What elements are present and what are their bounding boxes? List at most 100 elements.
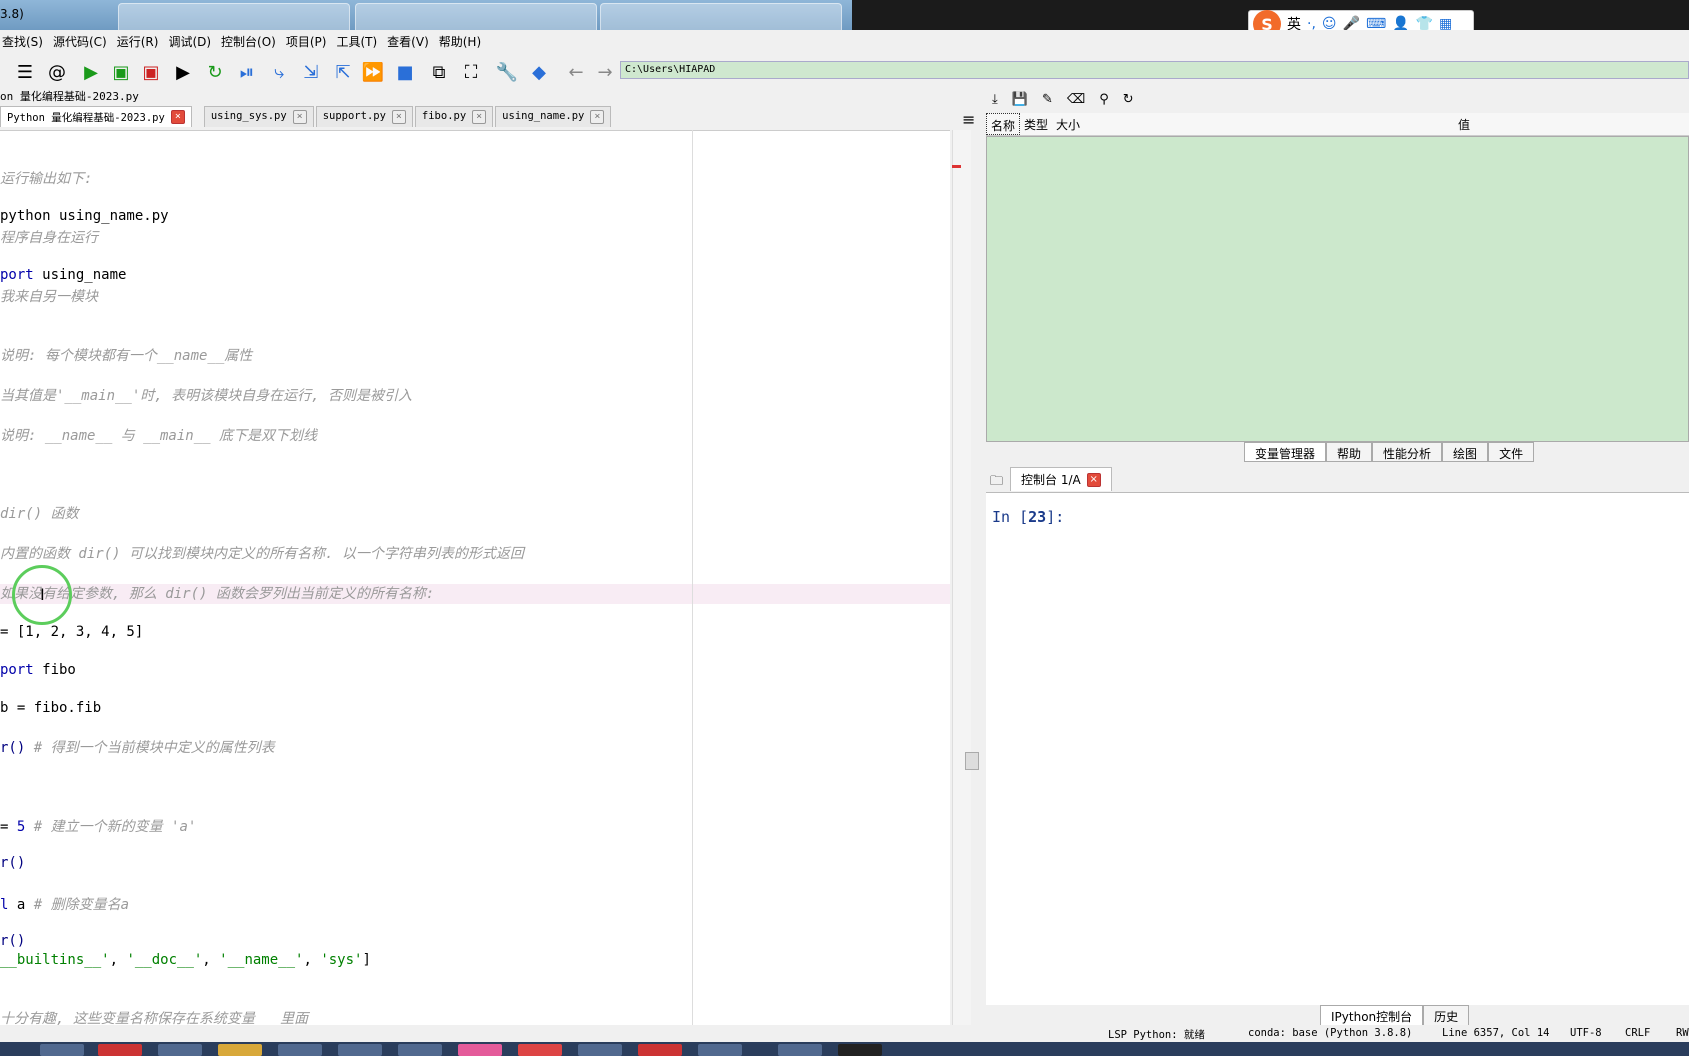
console-tab-label: 控制台 1/A (1021, 473, 1081, 487)
outline-list-icon[interactable]: ☰ (14, 61, 36, 83)
close-icon[interactable]: × (590, 110, 605, 124)
menu-search[interactable]: 查找(S) (0, 30, 51, 52)
run-cell-advance-icon[interactable]: ▣ (140, 61, 162, 83)
punctuation: ] (362, 952, 371, 968)
browser-tab[interactable] (118, 3, 350, 31)
save-as-icon[interactable]: ✎ (1042, 92, 1053, 107)
editor-tab[interactable]: Python 量化编程基础-2023.py × (0, 106, 192, 127)
editor-tab[interactable]: using_sys.py × (203, 106, 314, 127)
step-return-icon[interactable]: ⇱ (332, 61, 354, 83)
menu-projects[interactable]: 项目(P) (284, 30, 335, 52)
close-icon[interactable]: × (170, 110, 185, 124)
run-selection-icon[interactable]: ▶ (172, 61, 194, 83)
taskbar-app-icon[interactable] (638, 1044, 682, 1056)
taskbar-app-icon[interactable] (518, 1044, 562, 1056)
code-line: 说明: 每个模块都有一个__name__属性 (0, 348, 253, 364)
tab-files[interactable]: 文件 (1488, 442, 1535, 462)
taskbar-app-icon[interactable] (158, 1044, 202, 1056)
string: 'sys' (320, 952, 363, 968)
run-icon[interactable]: ▶ (80, 61, 102, 83)
working-directory-input[interactable]: C:\Users\HIAPAD (620, 61, 1689, 79)
keyword: port (0, 662, 34, 678)
menu-help[interactable]: 帮助(H) (437, 30, 489, 52)
identifier: r() (0, 740, 26, 756)
editor-tab[interactable]: using_name.py × (495, 106, 612, 127)
menu-tools[interactable]: 工具(T) (334, 30, 385, 52)
editor-tab-label: support.py (322, 110, 386, 122)
variable-explorer-toolbar: ⤓ 💾 ✎ ⌫ ⚲ ↻ (986, 88, 1689, 110)
encoding: UTF-8 (1570, 1027, 1602, 1039)
rerun-icon[interactable]: ↻ (204, 61, 226, 83)
taskbar-app-icon[interactable] (398, 1044, 442, 1056)
taskbar-app-icon[interactable] (578, 1044, 622, 1056)
refresh-icon[interactable]: ↻ (1123, 92, 1134, 107)
close-icon[interactable]: × (472, 110, 487, 124)
python-path-icon[interactable]: ◆ (528, 61, 550, 83)
at-icon[interactable]: @ (46, 61, 68, 83)
close-icon[interactable]: × (391, 110, 406, 124)
pane-tabs: 变量管理器 帮助 性能分析 绘图 文件 (1244, 442, 1535, 462)
ipython-console[interactable] (986, 493, 1689, 1005)
close-icon[interactable]: × (292, 110, 307, 124)
step-icon[interactable]: ⤷ (268, 61, 290, 83)
tab-help[interactable]: 帮助 (1326, 442, 1373, 462)
menu-view[interactable]: 查看(V) (385, 30, 437, 52)
taskbar-app-icon[interactable] (778, 1044, 822, 1056)
maximize-pane-icon[interactable]: ⧉ (428, 61, 450, 83)
column-size[interactable]: 大小 (1052, 113, 1084, 135)
editor-scrollbar[interactable] (952, 130, 971, 1025)
taskbar-app-icon[interactable] (40, 1044, 84, 1056)
folder-icon[interactable]: 🗀 (990, 472, 1003, 494)
fullscreen-icon[interactable]: ⛶ (460, 61, 482, 83)
save-data-icon[interactable]: 💾 (1012, 92, 1028, 107)
taskbar-app-icon[interactable] (278, 1044, 322, 1056)
taskbar-app-icon[interactable] (98, 1044, 142, 1056)
editor-file-path: on 量化编程基础-2023.py (0, 90, 139, 103)
code-line: port using_name (0, 267, 126, 283)
prompt-suffix: ]: (1046, 508, 1065, 526)
back-arrow-icon[interactable]: ← (565, 61, 587, 83)
string: '__name__' (219, 952, 304, 968)
menu-debug[interactable]: 调试(D) (166, 30, 219, 52)
forward-arrow-icon[interactable]: → (594, 61, 616, 83)
import-data-icon[interactable]: ⤓ (992, 92, 998, 107)
close-icon[interactable]: × (1086, 472, 1101, 487)
tab-profiler[interactable]: 性能分析 (1372, 442, 1443, 462)
tab-variable-explorer[interactable]: 变量管理器 (1244, 442, 1327, 462)
search-icon[interactable]: ⚲ (1099, 92, 1109, 107)
status-bar: LSP Python: 就绪 conda: base (Python 3.8.8… (0, 1025, 1689, 1042)
options-menu-icon[interactable]: ≡ (962, 110, 975, 129)
editor-tab[interactable]: support.py × (315, 106, 413, 127)
column-value[interactable]: 值 (1454, 113, 1474, 135)
browser-tab[interactable] (600, 3, 842, 31)
comment: # 建立一个新的变量 'a' (25, 819, 197, 835)
variable-table[interactable] (986, 136, 1689, 442)
tab-plots[interactable]: 绘图 (1442, 442, 1489, 462)
debug-icon[interactable]: ⏯ (236, 61, 258, 83)
step-into-icon[interactable]: ⇲ (300, 61, 322, 83)
console-tab[interactable]: 控制台 1/A × (1010, 467, 1112, 491)
taskbar-app-icon[interactable] (218, 1044, 262, 1056)
editor-tab-label: using_name.py (502, 110, 585, 122)
scrollbar-thumb[interactable] (965, 752, 979, 770)
browser-tab[interactable] (355, 3, 597, 31)
menu-run[interactable]: 运行(R) (115, 30, 167, 52)
column-name[interactable]: 名称 (986, 113, 1021, 135)
continue-icon[interactable]: ⏩ (362, 61, 384, 83)
wrench-icon[interactable]: 🔧 (496, 61, 518, 83)
taskbar-app-icon[interactable] (458, 1044, 502, 1056)
code-line: 运行输出如下: (0, 171, 93, 187)
taskbar-app-icon[interactable] (698, 1044, 742, 1056)
editor-tab[interactable]: fibo.py × (414, 106, 494, 127)
menu-source[interactable]: 源代码(C) (51, 30, 115, 52)
eraser-icon[interactable]: ⌫ (1067, 92, 1085, 107)
run-cell-icon[interactable]: ▣ (110, 61, 132, 83)
menu-console[interactable]: 控制台(O) (219, 30, 284, 52)
stop-icon[interactable]: ■ (394, 61, 416, 83)
taskbar-app-icon[interactable] (838, 1044, 882, 1056)
code-line: 我来自另一模块 (0, 289, 98, 305)
column-type[interactable]: 类型 (1020, 113, 1052, 135)
taskbar-app-icon[interactable] (338, 1044, 382, 1056)
code-line: 说明: __name__ 与 __main__ 底下是双下划线 (0, 428, 318, 444)
string: __builtins__' (0, 952, 110, 968)
